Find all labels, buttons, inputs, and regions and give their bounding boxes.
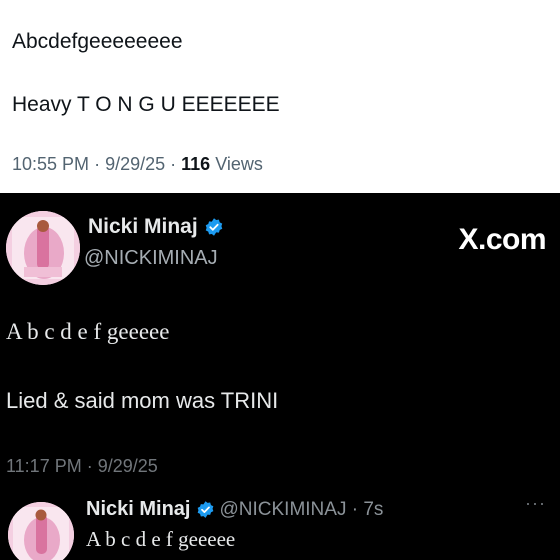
- meta-separator: ·: [170, 154, 182, 174]
- avatar-image: [6, 211, 80, 285]
- tweet-text-line-2: Lied & said mom was TRINI: [6, 388, 279, 413]
- views-count[interactable]: 116: [181, 154, 210, 174]
- views-label: Views: [215, 154, 263, 174]
- reply-display-name[interactable]: Nicki Minaj: [86, 498, 190, 521]
- verified-badge-icon: [205, 218, 222, 236]
- tweet-text-line-1: Abcdefgeeeeeeee: [12, 30, 183, 53]
- author-handle[interactable]: @NICKIMINAJ: [84, 247, 218, 270]
- reply-author-row: Nicki Minaj @NICKIMINAJ · 7s: [86, 498, 383, 521]
- author-row: Nicki Minaj: [88, 215, 224, 239]
- display-name[interactable]: Nicki Minaj: [88, 215, 198, 239]
- tweet-date[interactable]: 9/29/25: [105, 154, 165, 174]
- avatar[interactable]: [6, 211, 80, 285]
- tweet-timestamp[interactable]: 11:17 PM · 9/29/25: [6, 456, 158, 477]
- verified-badge-icon: [198, 501, 214, 518]
- x-logo: X.com: [458, 223, 546, 256]
- tweet-text-line-2: Heavy T O N G U EEEEEEE: [12, 93, 280, 116]
- meta-separator: ·: [94, 154, 106, 174]
- avatar-image: [8, 502, 74, 560]
- main-tweet-panel: Nicki Minaj @NICKIMINAJ X.com A b c d e …: [0, 193, 560, 560]
- more-options-icon[interactable]: ···: [525, 493, 546, 514]
- reply-avatar[interactable]: [8, 502, 74, 560]
- tweet-text-line-1: A b c d e f geeeee: [6, 319, 170, 344]
- tweet-meta: 10:55 PM · 9/29/25 · 116 Views: [12, 154, 263, 175]
- tweet-time[interactable]: 10:55 PM: [12, 154, 89, 174]
- reply-text: A b c d e f geeeee: [86, 527, 236, 551]
- top-tweet-panel: Abcdefgeeeeeeee Heavy T O N G U EEEEEEE …: [0, 0, 560, 193]
- reply-handle-time[interactable]: @NICKIMINAJ · 7s: [219, 499, 383, 521]
